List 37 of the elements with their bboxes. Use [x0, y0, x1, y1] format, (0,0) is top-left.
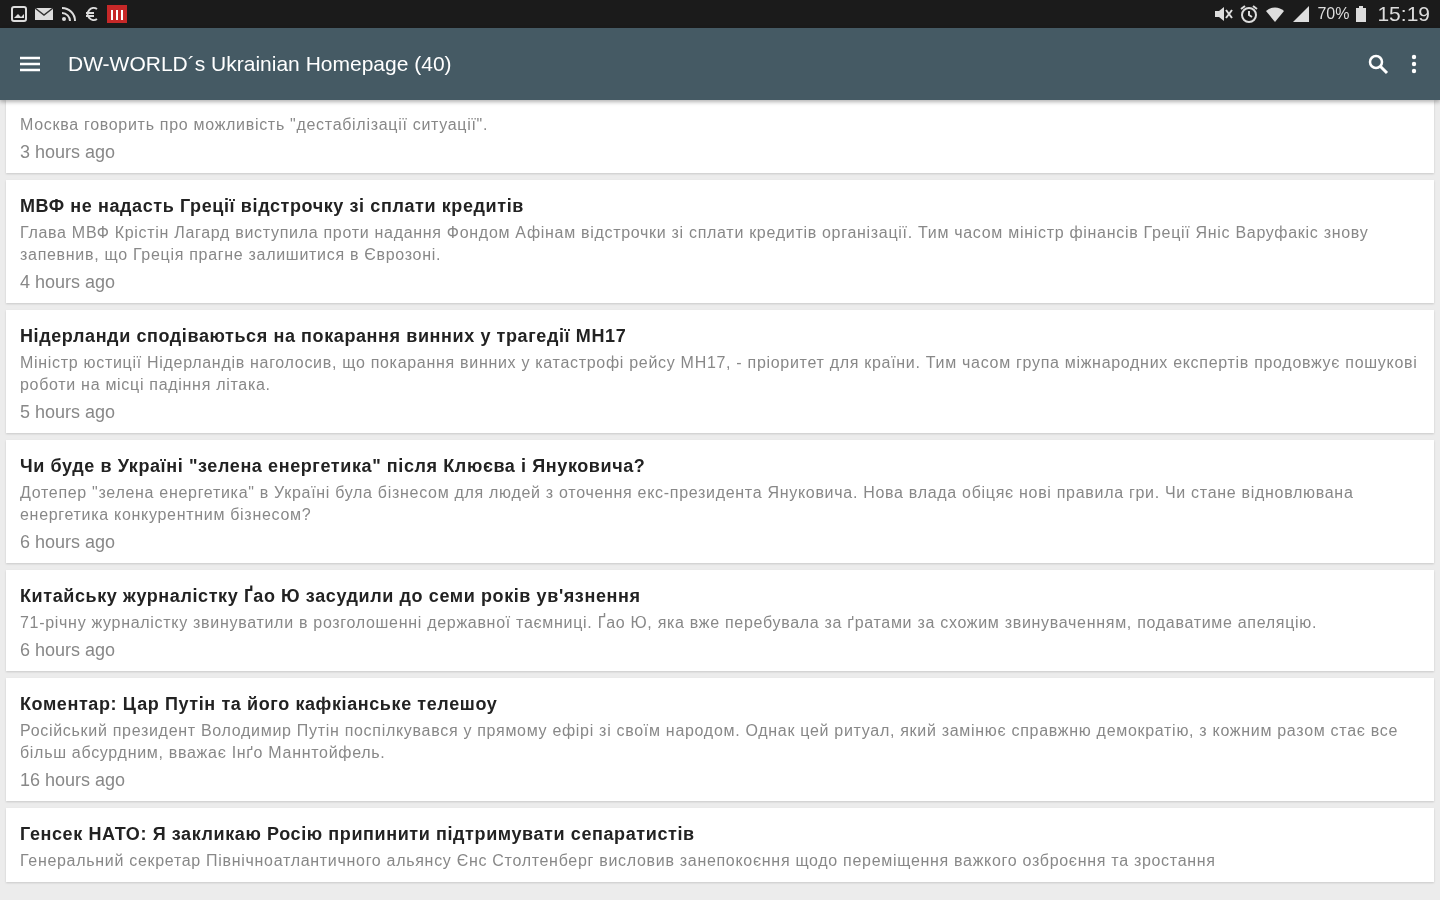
- article-summary: Глава МВФ Крістін Лагард виступила проти надання Фондом Афінам відстрочки зі сплати кредитів організації. Тим часом міністр фінансів Греції Яніс Варуфакіс знову запевнив, що Греція прагне залишитися в Єврозоні.: [20, 223, 1370, 265]
- article-time: 3 hours ago: [20, 142, 117, 163]
- clock: 15:19: [1377, 2, 1430, 26]
- article-time: 6 hours ago: [20, 640, 117, 661]
- mute-icon: [1213, 5, 1234, 23]
- article-summary: Російський президент Володимир Путін поспілкувався у прямому ефірі зі своїм народом. Однак цей ритуал, який замінює справжню демократію, з кожним разом стає все більш абсурдним, вважає Інґо Маннтойфель.: [20, 721, 1400, 763]
- article-card[interactable]: Москва говорить про можливість "дестабілізації ситуації". 3 hours ago: [6, 100, 1434, 173]
- menu-icon: [18, 54, 42, 74]
- article-title: Коментар: Цар Путін та його кафкіанське телешоу: [20, 694, 499, 715]
- article-time: 4 hours ago: [20, 272, 117, 293]
- article-title: Чи буде в Україні "зелена енергетика" після Клюєва і Януковича?: [20, 456, 647, 477]
- article-title: Китайську журналістку Ґао Ю засудили до семи років ув'язнення: [20, 586, 642, 607]
- article-title: МВФ не надасть Греції відстрочку зі сплати кредитів: [20, 196, 525, 217]
- article-time: 5 hours ago: [20, 402, 117, 423]
- more-icon: [1410, 53, 1418, 75]
- article-summary: Москва говорить про можливість "дестабілізації ситуації".: [20, 115, 490, 135]
- alarm-icon: [1239, 4, 1260, 24]
- gallery-icon: [10, 5, 28, 23]
- app-title: DW-WORLD´s Ukrainian Homepage (40): [68, 52, 453, 76]
- article-title: Генсек НАТО: Я закликаю Росію припинити підтримувати сепаратистів: [20, 824, 696, 845]
- signal-icon: [1291, 5, 1312, 23]
- battery-icon: [1355, 5, 1368, 23]
- search-icon: [1366, 52, 1390, 76]
- article-time: 6 hours ago: [20, 532, 117, 553]
- mail-icon: [34, 5, 54, 23]
- article-summary: Генеральний секретар Північноатлантичного альянсу Єнс Столтенберг висловив занепокоєння щодо переміщення важкого озброєння та зростання: [20, 851, 1217, 871]
- article-summary: Дотепер "зелена енергетика" в Україні була бізнесом для людей з оточення екс-президента Януковича. Нова влада обіцяє нові правила гри. Чи стане відновлювана енергетика конкурентним бізнесом?: [20, 483, 1355, 525]
- article-card[interactable]: [6, 808, 1434, 882]
- battery-percent: 70%: [1317, 5, 1350, 23]
- rss-icon: [60, 5, 78, 23]
- article-summary: 71-річну журналістку звинуватили в розголошенні державної таємниці. Ґао Ю, яка вже перебувала за ґратами за схожим звинуваченням, подаватиме апеляцію.: [20, 612, 1319, 633]
- article-time: 16 hours ago: [20, 770, 127, 791]
- wifi-icon: [1265, 5, 1286, 23]
- article-summary: Міністр юстиції Нідерландів наголосив, що покарання винних у катастрофі рейсу MH17, - пріоритет для країни. Тим часом група міжнародних експертів продовжує пошукові роботи на місці падіння літака.: [20, 353, 1419, 395]
- article-title: Нідерланди сподіваються на покарання винних у трагедії MH17: [20, 326, 628, 347]
- calendar-icon: [106, 4, 128, 24]
- euro-icon: [84, 5, 100, 23]
